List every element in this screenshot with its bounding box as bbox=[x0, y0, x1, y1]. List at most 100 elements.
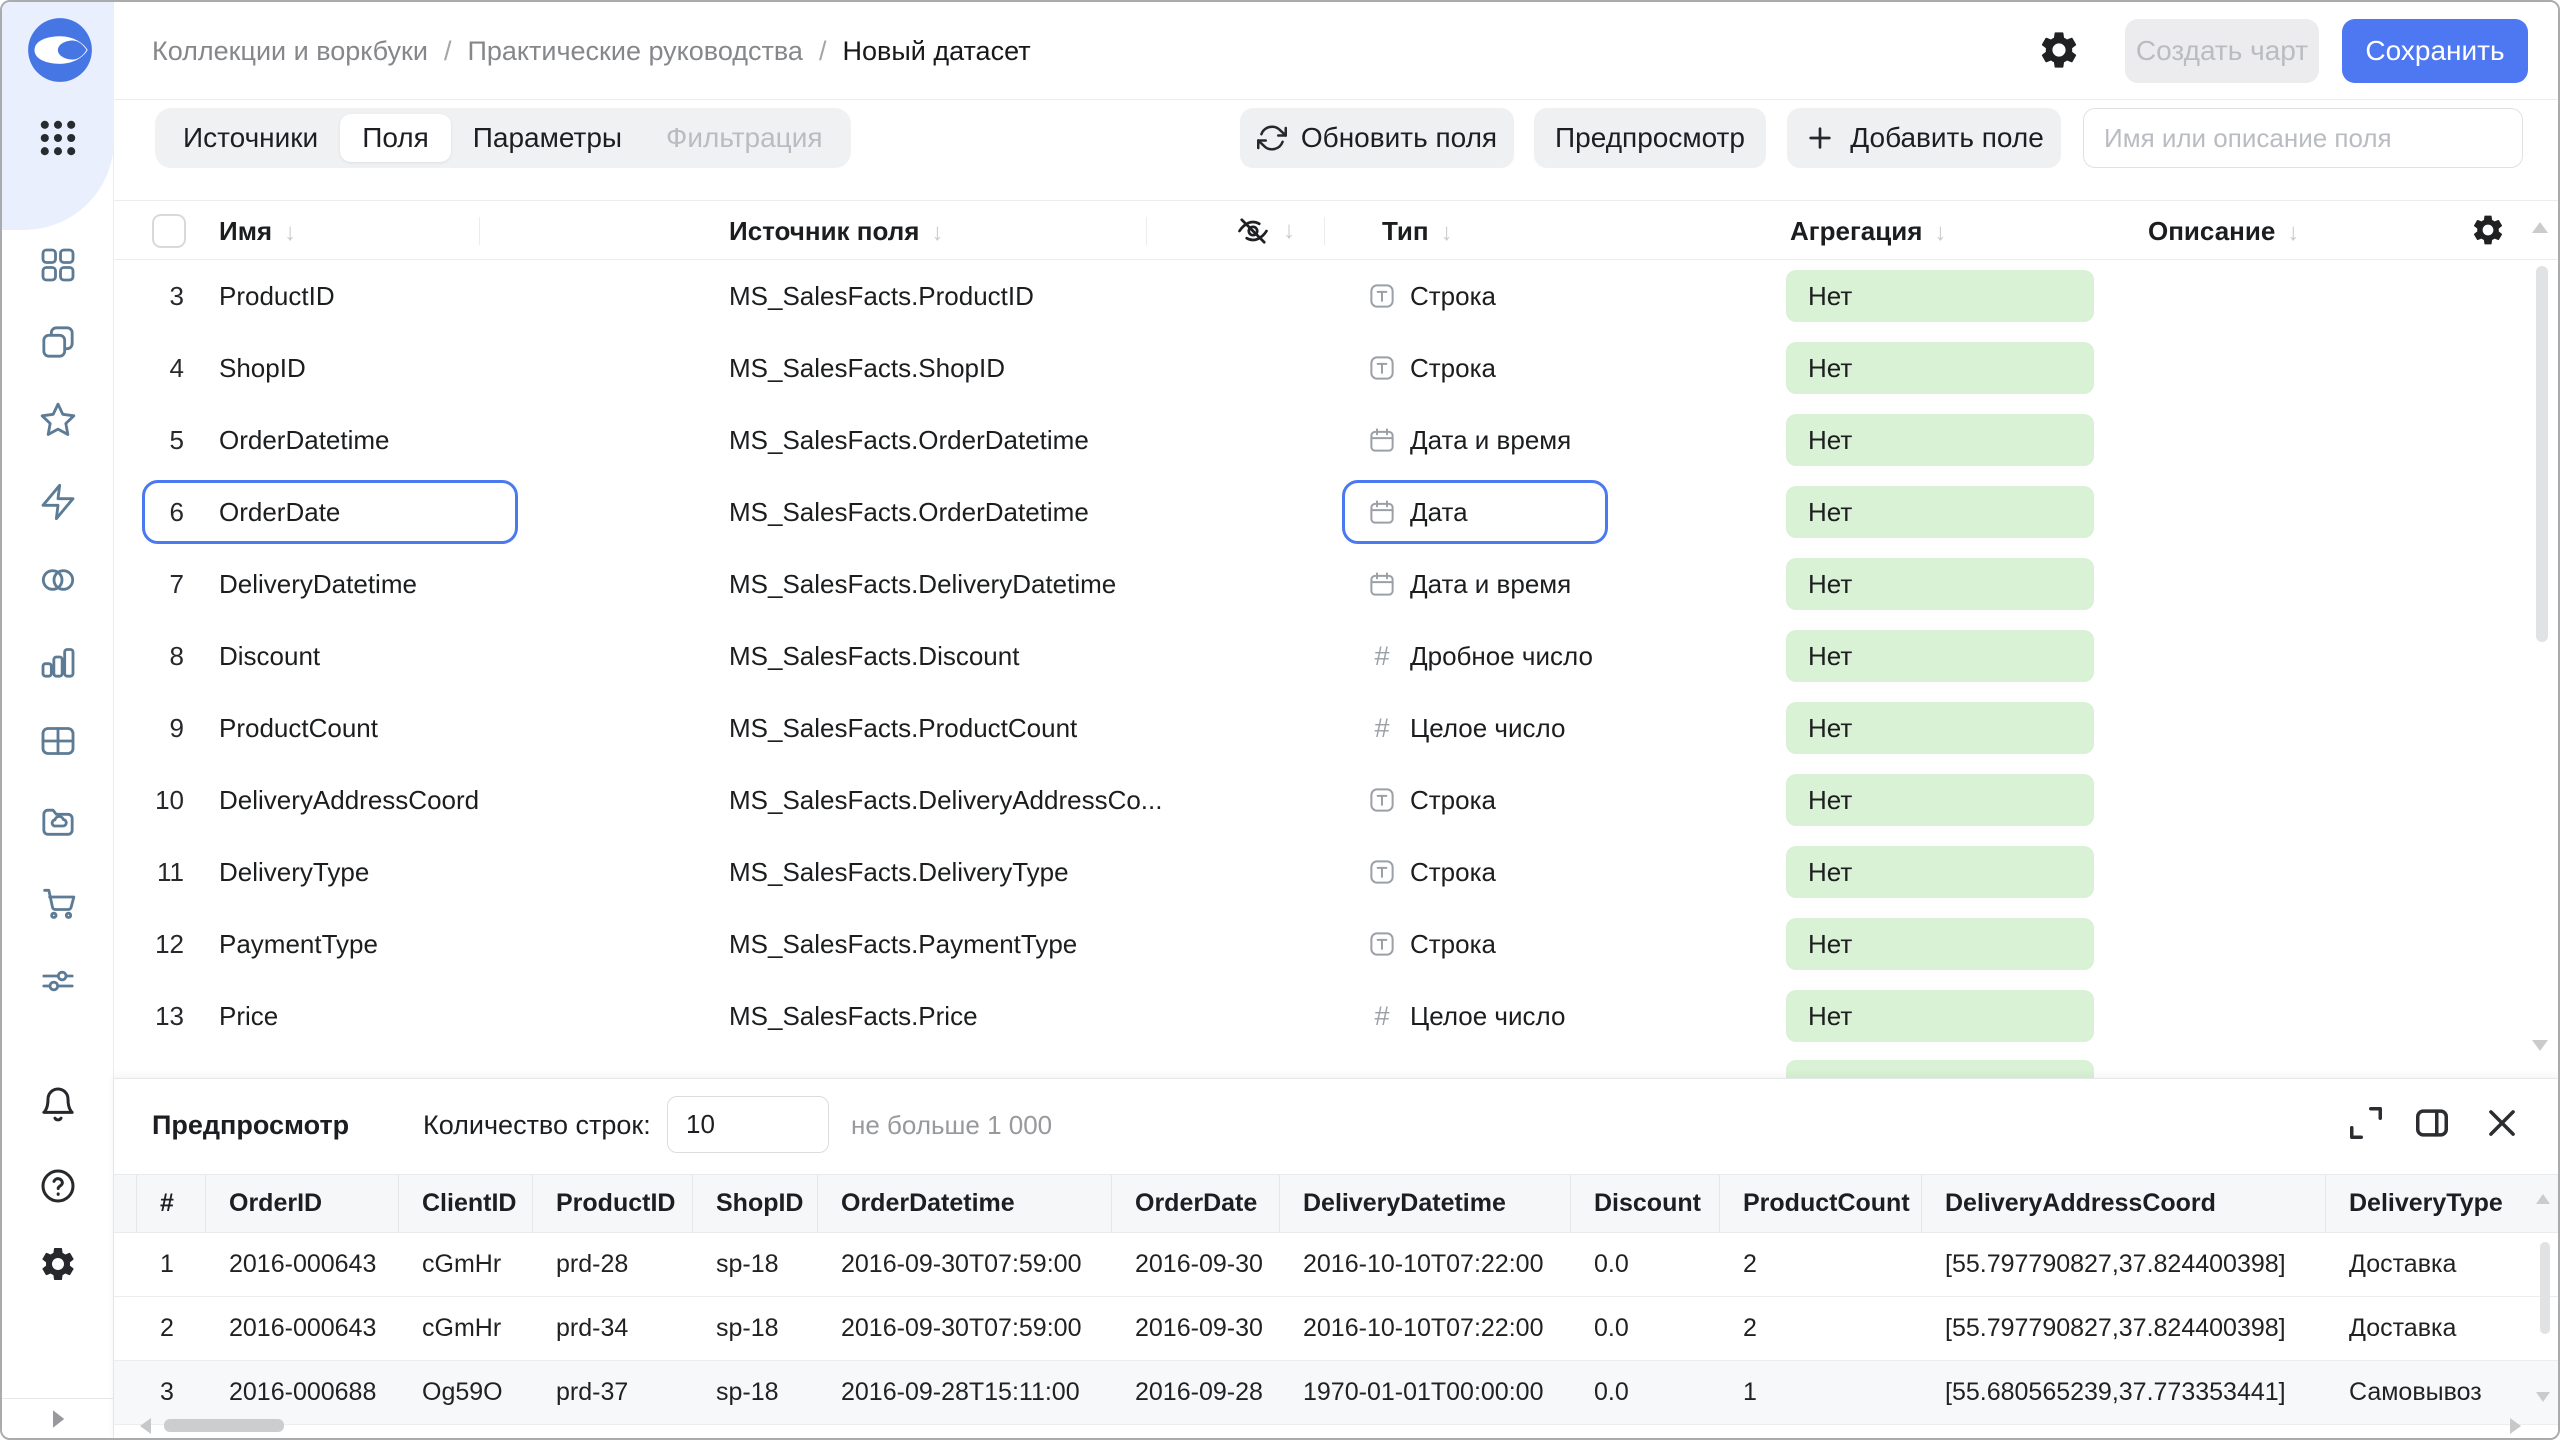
create-chart-button[interactable]: Создать чарт bbox=[2125, 19, 2319, 83]
field-name[interactable]: PaymentType bbox=[219, 908, 378, 980]
preview-toggle-button[interactable]: Предпросмотр bbox=[1534, 108, 1766, 168]
sidebar-item-services[interactable] bbox=[34, 957, 82, 1005]
column-header-description[interactable]: Описание bbox=[2148, 201, 2299, 263]
aggregation-select[interactable]: Нет bbox=[1786, 846, 2094, 898]
field-name[interactable]: Price bbox=[219, 980, 278, 1052]
field-name[interactable]: OrderDatetime bbox=[219, 404, 390, 476]
sidebar-expand-button[interactable] bbox=[40, 1404, 76, 1436]
tab[interactable]: Фильтрация bbox=[644, 114, 844, 162]
preview-column-header[interactable]: DeliveryAddressCoord bbox=[1945, 1175, 2349, 1232]
field-source[interactable]: MS_SalesFacts.PaymentType bbox=[729, 908, 1077, 980]
preview-side-panel-icon[interactable] bbox=[2412, 1104, 2452, 1144]
field-type-select[interactable]: # Строка bbox=[1367, 836, 1496, 908]
tab[interactable]: Поля bbox=[340, 114, 451, 162]
field-name[interactable]: OrderDate bbox=[219, 476, 340, 548]
preview-column-header[interactable]: OrderDate bbox=[1135, 1175, 1303, 1232]
aggregation-select[interactable]: Нет bbox=[1786, 630, 2094, 682]
tab[interactable]: Параметры bbox=[451, 114, 644, 162]
field-name[interactable]: DeliveryType bbox=[219, 836, 369, 908]
preview-table-row[interactable]: 3 2016-000688 Og59O prd-37 sp-18 2016-09… bbox=[114, 1361, 2560, 1425]
aggregation-select[interactable]: Нет bbox=[1786, 990, 2094, 1042]
field-name[interactable]: ProductCount bbox=[219, 692, 378, 764]
preview-scroll-left-arrow[interactable] bbox=[140, 1418, 151, 1434]
aggregation-select[interactable]: Нет bbox=[1786, 702, 2094, 754]
field-source[interactable]: MS_SalesFacts.Price bbox=[729, 980, 978, 1052]
sidebar-item-collections[interactable] bbox=[34, 318, 82, 366]
preview-scroll-right-arrow[interactable] bbox=[2510, 1418, 2521, 1434]
field-name[interactable]: DeliveryAddressCoord bbox=[219, 764, 479, 836]
row-count-input[interactable] bbox=[667, 1096, 829, 1153]
preview-table-row[interactable]: 1 2016-000643 cGmHr prd-28 sp-18 2016-09… bbox=[114, 1233, 2560, 1297]
aggregation-select[interactable]: Нет bbox=[1786, 486, 2094, 538]
dataset-settings-gear-icon[interactable] bbox=[2036, 28, 2082, 74]
sidebar-item-storage[interactable] bbox=[34, 797, 82, 845]
field-row[interactable]: 10 DeliveryAddressCoord MS_SalesFacts.De… bbox=[114, 764, 2560, 836]
fields-scroll-down-arrow[interactable] bbox=[2532, 1040, 2548, 1051]
preview-column-header[interactable]: DeliveryDatetime bbox=[1303, 1175, 1594, 1232]
tab[interactable]: Источники bbox=[161, 114, 340, 162]
field-type-select[interactable]: # Дата bbox=[1367, 476, 1468, 548]
preview-column-header[interactable]: ShopID bbox=[716, 1175, 841, 1232]
field-row[interactable]: 6 OrderDate MS_SalesFacts.OrderDatetime … bbox=[114, 476, 2560, 548]
field-row[interactable]: 11 DeliveryType MS_SalesFacts.DeliveryTy… bbox=[114, 836, 2560, 908]
help-icon[interactable] bbox=[34, 1162, 82, 1210]
datalens-logo-icon[interactable] bbox=[26, 16, 94, 84]
aggregation-select[interactable]: Нет bbox=[1786, 774, 2094, 826]
field-type-select[interactable]: # Строка bbox=[1367, 908, 1496, 980]
save-button[interactable]: Сохранить bbox=[2342, 19, 2528, 83]
column-header-aggregation[interactable]: Агрегация bbox=[1790, 201, 1946, 263]
preview-close-icon[interactable] bbox=[2482, 1104, 2522, 1144]
column-header-name[interactable]: Имя bbox=[219, 201, 296, 263]
select-all-checkbox[interactable] bbox=[152, 214, 186, 248]
field-name[interactable]: DeliveryDatetime bbox=[219, 548, 417, 620]
field-source[interactable]: MS_SalesFacts.Discount bbox=[729, 620, 1019, 692]
field-row[interactable]: 8 Discount MS_SalesFacts.Discount # Дроб… bbox=[114, 620, 2560, 692]
sidebar-item-favorites[interactable] bbox=[34, 396, 82, 444]
preview-column-header[interactable]: # bbox=[160, 1175, 229, 1232]
aggregation-select[interactable]: Нет bbox=[1786, 414, 2094, 466]
preview-column-header[interactable]: OrderDatetime bbox=[841, 1175, 1135, 1232]
aggregation-select[interactable]: Нет bbox=[1786, 558, 2094, 610]
field-name[interactable]: ProductID bbox=[219, 260, 335, 332]
breadcrumb-item[interactable]: Практические руководства bbox=[428, 36, 803, 67]
column-header-type[interactable]: Тип bbox=[1382, 201, 1453, 263]
refresh-fields-button[interactable]: Обновить поля bbox=[1240, 108, 1514, 168]
field-row[interactable]: 12 PaymentType MS_SalesFacts.PaymentType… bbox=[114, 908, 2560, 980]
aggregation-select[interactable]: Нет bbox=[1786, 342, 2094, 394]
field-type-select[interactable]: # Дата и время bbox=[1367, 404, 1571, 476]
fields-scroll-up-arrow[interactable] bbox=[2532, 222, 2548, 233]
table-columns-gear-icon[interactable] bbox=[2469, 212, 2507, 250]
field-source[interactable]: MS_SalesFacts.OrderDatetime bbox=[729, 404, 1089, 476]
field-type-select[interactable]: # Целое число bbox=[1367, 692, 1565, 764]
field-source[interactable]: MS_SalesFacts.DeliveryAddressCo... bbox=[729, 764, 1162, 836]
field-type-select[interactable]: # Строка bbox=[1367, 260, 1496, 332]
field-type-select[interactable]: # Целое число bbox=[1367, 980, 1565, 1052]
field-source[interactable]: MS_SalesFacts.DeliveryDatetime bbox=[729, 548, 1116, 620]
field-row[interactable]: 7 DeliveryDatetime MS_SalesFacts.Deliver… bbox=[114, 548, 2560, 620]
field-source[interactable]: MS_SalesFacts.ProductID bbox=[729, 260, 1034, 332]
preview-scroll-up-arrow[interactable] bbox=[2536, 1194, 2550, 1204]
column-header-source[interactable]: Источник поля bbox=[729, 201, 943, 263]
notifications-bell-icon[interactable] bbox=[34, 1080, 82, 1128]
field-row[interactable]: 13 Price MS_SalesFacts.Price # Целое чис… bbox=[114, 980, 2560, 1052]
sidebar-item-connections[interactable] bbox=[34, 556, 82, 604]
field-source[interactable]: MS_SalesFacts.ShopID bbox=[729, 332, 1005, 404]
preview-column-header[interactable]: DeliveryType bbox=[2349, 1175, 2560, 1232]
field-source[interactable]: MS_SalesFacts.ProductCount bbox=[729, 692, 1077, 764]
field-type-select[interactable]: # Строка bbox=[1367, 764, 1496, 836]
preview-vscrollbar-thumb[interactable] bbox=[2540, 1242, 2550, 1334]
settings-gear-icon[interactable] bbox=[34, 1240, 82, 1288]
sidebar-item-dashboards[interactable] bbox=[34, 241, 82, 289]
field-row[interactable]: 3 ProductID MS_SalesFacts.ProductID # Ст… bbox=[114, 260, 2560, 332]
sidebar-item-charts[interactable] bbox=[34, 638, 82, 686]
fields-scrollbar-thumb[interactable] bbox=[2536, 266, 2548, 642]
sidebar-item-datasets[interactable] bbox=[34, 717, 82, 765]
field-row[interactable]: 5 OrderDatetime MS_SalesFacts.OrderDatet… bbox=[114, 404, 2560, 476]
preview-scroll-down-arrow[interactable] bbox=[2536, 1392, 2550, 1402]
field-name[interactable]: Discount bbox=[219, 620, 320, 692]
preview-column-header[interactable]: ClientID bbox=[422, 1175, 556, 1232]
preview-hscrollbar-thumb[interactable] bbox=[164, 1419, 284, 1432]
column-header-hidden[interactable] bbox=[1235, 201, 1295, 261]
sidebar-item-marketplace[interactable] bbox=[34, 878, 82, 926]
field-search-input[interactable] bbox=[2083, 108, 2523, 168]
